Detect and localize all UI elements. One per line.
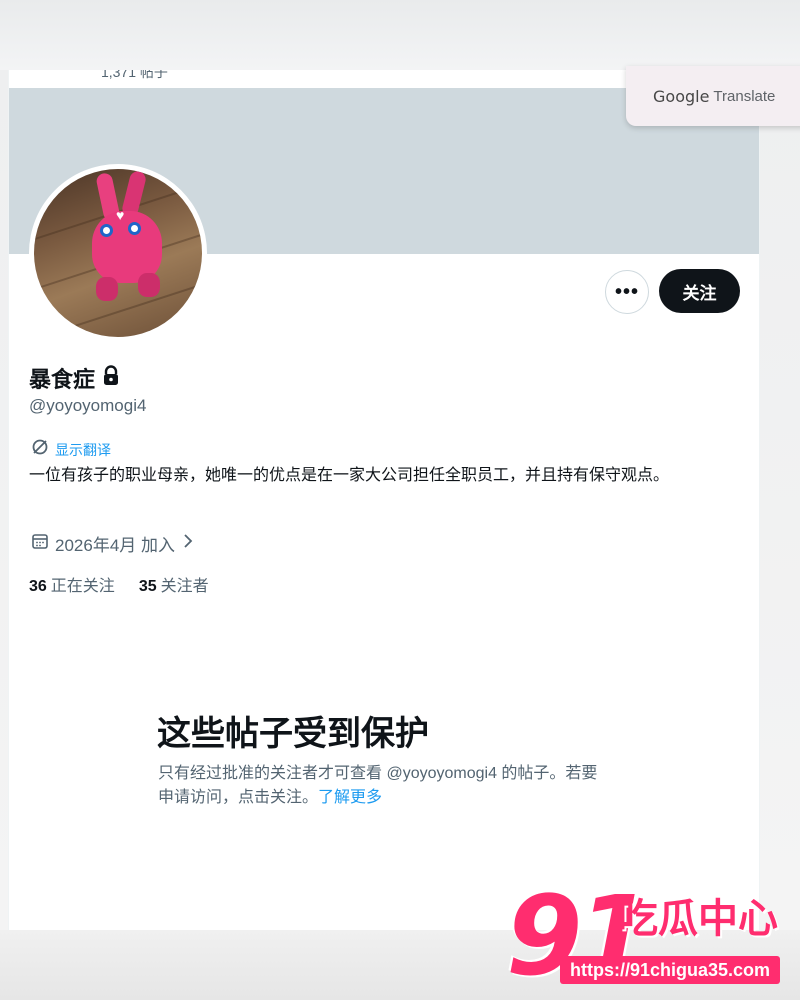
avatar[interactable]: ♥ — [29, 164, 207, 342]
watermark-logo: 91 吃瓜中心 https://91chigua35.com — [506, 872, 800, 1000]
calendar-icon — [31, 532, 49, 555]
show-translation-link[interactable]: 显示翻译 — [31, 438, 111, 461]
joined-date-row[interactable]: 2026年4月 加入 — [31, 531, 195, 556]
profile-card: 1,371 帖子 ♥ ••• 关注 暴食症 @yoyoyomogi4 显示翻译 … — [8, 70, 760, 930]
display-name-row: 暴食症 — [29, 362, 121, 394]
protected-description: 只有经过批准的关注者才可查看 @yoyoyomogi4 的帖子。若要申请访问，点… — [158, 762, 608, 810]
watermark-text: 吃瓜中心 — [618, 897, 778, 941]
google-translate-popup[interactable]: Google Translate — [626, 66, 800, 126]
followers-link[interactable]: 35 关注者 — [139, 572, 209, 596]
following-label: 正在关注 — [50, 578, 115, 595]
translate-icon — [31, 438, 49, 461]
google-logo: Google — [653, 86, 710, 106]
top-blur-area — [0, 0, 800, 70]
watermark-url: https://91chigua35.com — [560, 956, 781, 984]
following-link[interactable]: 36 正在关注 — [29, 572, 115, 596]
user-handle: @yoyoyomogi4 — [29, 396, 147, 415]
follow-button[interactable]: 关注 — [659, 269, 740, 313]
followers-count: 35 — [138, 578, 157, 595]
follow-stats: 36 正在关注 35 关注者 — [29, 572, 209, 596]
profile-bio: 一位有孩子的职业母亲，她唯一的优点是在一家大公司担任全职员工，并且持有保守观点。 — [29, 467, 670, 484]
following-count: 36 — [29, 578, 47, 595]
avatar-photo: ♥ — [34, 169, 202, 337]
display-name: 暴食症 — [29, 367, 96, 392]
lock-icon — [101, 364, 121, 392]
translate-label[interactable]: 显示翻译 — [55, 440, 111, 460]
chevron-right-icon — [181, 532, 195, 555]
post-count: 1,371 帖子 — [101, 70, 168, 80]
translate-product-label: Translate — [713, 87, 776, 105]
joined-date: 2026年4月 加入 — [55, 536, 175, 555]
followers-label: 关注者 — [160, 578, 209, 595]
learn-more-link[interactable]: 了解更多 — [318, 789, 382, 806]
more-options-button[interactable]: ••• — [605, 270, 649, 314]
protected-title: 这些帖子受到保护 — [157, 715, 429, 753]
